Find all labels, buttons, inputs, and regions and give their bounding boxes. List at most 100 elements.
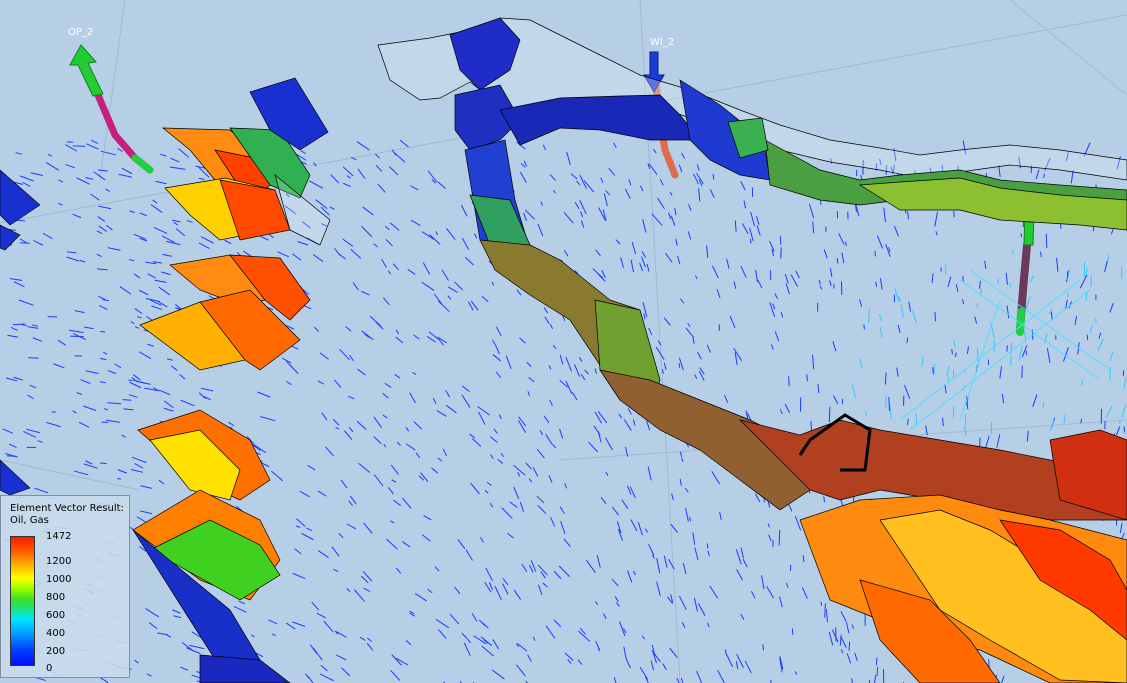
vector-arrow <box>549 399 553 406</box>
vector-arrow <box>550 517 556 527</box>
vector-arrow <box>384 383 392 388</box>
vector-arrow <box>333 568 339 572</box>
vector-arrow <box>336 631 347 638</box>
vector-arrow <box>129 382 142 388</box>
vector-arrow <box>342 238 353 247</box>
vector-arrow <box>30 172 44 176</box>
vector-arrow <box>96 253 102 257</box>
vector-arrow <box>574 202 580 209</box>
vector-arrow <box>152 199 158 204</box>
reservoir-scene[interactable] <box>0 0 1127 683</box>
vector-arrow <box>34 487 49 494</box>
vector-arrow <box>429 234 441 245</box>
well-label-wi2: WI_2 <box>650 37 675 48</box>
vector-arrow <box>898 296 901 302</box>
vector-arrow <box>84 326 94 330</box>
vector-arrow <box>1119 522 1123 534</box>
vector-arrow <box>543 415 550 424</box>
legend-tick: 1472 <box>46 531 72 542</box>
vector-arrow <box>367 637 372 642</box>
vector-arrow <box>243 250 251 257</box>
vector-arrow <box>361 575 369 584</box>
vector-arrow <box>532 467 539 477</box>
vector-arrow <box>964 413 967 428</box>
vector-arrow <box>338 533 344 538</box>
vector-arrow <box>277 251 289 258</box>
vector-arrow <box>186 220 193 223</box>
vector-arrow <box>864 411 867 416</box>
vector-arrow <box>289 364 299 374</box>
vector-arrow <box>97 216 105 222</box>
legend-tick: 600 <box>46 610 66 621</box>
vector-arrow <box>385 239 393 247</box>
vector-arrow <box>527 391 530 396</box>
vector-arrow <box>768 534 772 542</box>
vector-arrow <box>627 570 633 583</box>
vector-arrow <box>199 392 206 399</box>
vector-arrow <box>292 253 302 261</box>
vector-arrow <box>600 177 604 183</box>
vector-arrow <box>86 143 99 150</box>
vector-arrow <box>313 254 324 262</box>
vector-arrow <box>840 611 847 622</box>
vector-arrow <box>897 324 901 334</box>
vector-arrow <box>762 644 764 651</box>
vector-arrow <box>15 152 22 155</box>
vector-arrow <box>484 490 489 494</box>
vector-arrow <box>395 567 401 574</box>
vector-arrow <box>624 419 632 431</box>
vector-arrow <box>612 506 619 516</box>
vector-arrow <box>422 231 435 240</box>
vector-arrow <box>334 248 341 256</box>
vector-arrow <box>173 615 182 619</box>
vector-arrow <box>564 483 567 489</box>
vector-arrow <box>478 411 486 425</box>
vector-arrow <box>321 412 328 421</box>
vector-arrow <box>173 222 178 226</box>
vector-arrow <box>528 478 532 483</box>
vector-arrow <box>802 587 808 599</box>
vector-arrow <box>711 471 720 485</box>
vector-arrow <box>678 164 683 173</box>
vector-arrow <box>749 238 752 244</box>
vector-arrow <box>454 281 463 291</box>
color-legend: Element Vector Result: Oil, Gas 1472 120… <box>0 495 130 678</box>
vector-arrow <box>880 278 883 290</box>
vector-arrow <box>346 175 351 179</box>
vector-arrow <box>158 286 170 296</box>
vector-arrow <box>642 219 647 233</box>
vector-arrow <box>145 608 159 618</box>
vector-arrow <box>66 251 77 254</box>
vector-arrow <box>639 667 648 680</box>
vector-arrow <box>492 354 502 362</box>
vector-arrow <box>553 619 561 628</box>
vector-arrow <box>307 676 314 683</box>
vector-arrow <box>233 606 247 613</box>
vector-arrow <box>507 533 514 539</box>
vector-arrow <box>74 310 85 313</box>
vector-arrow <box>46 422 61 428</box>
vector-arrow <box>548 365 552 370</box>
vector-arrow <box>1018 345 1023 362</box>
vector-arrow <box>129 210 135 213</box>
vector-arrow <box>675 238 678 246</box>
vector-arrow <box>391 464 399 475</box>
vector-arrow <box>99 305 108 310</box>
vector-arrow <box>140 485 152 489</box>
vector-arrow <box>908 301 911 312</box>
vector-arrow <box>350 249 361 259</box>
vector-arrow <box>581 220 585 228</box>
vector-arrow <box>1089 325 1093 334</box>
vector-arrow <box>8 443 17 448</box>
vector-arrow <box>706 543 709 549</box>
vector-arrow <box>516 289 522 296</box>
vector-arrow <box>32 337 43 342</box>
vector-arrow <box>134 326 140 329</box>
vector-arrow <box>107 402 122 405</box>
vector-arrow <box>757 279 763 289</box>
vector-arrow <box>152 261 163 264</box>
vector-arrow <box>603 193 608 207</box>
vector-arrow <box>896 367 899 377</box>
vector-arrow <box>390 520 395 524</box>
3d-viewport[interactable]: OP_2 WI_2 Element Vector Result: Oil, Ga… <box>0 0 1127 683</box>
